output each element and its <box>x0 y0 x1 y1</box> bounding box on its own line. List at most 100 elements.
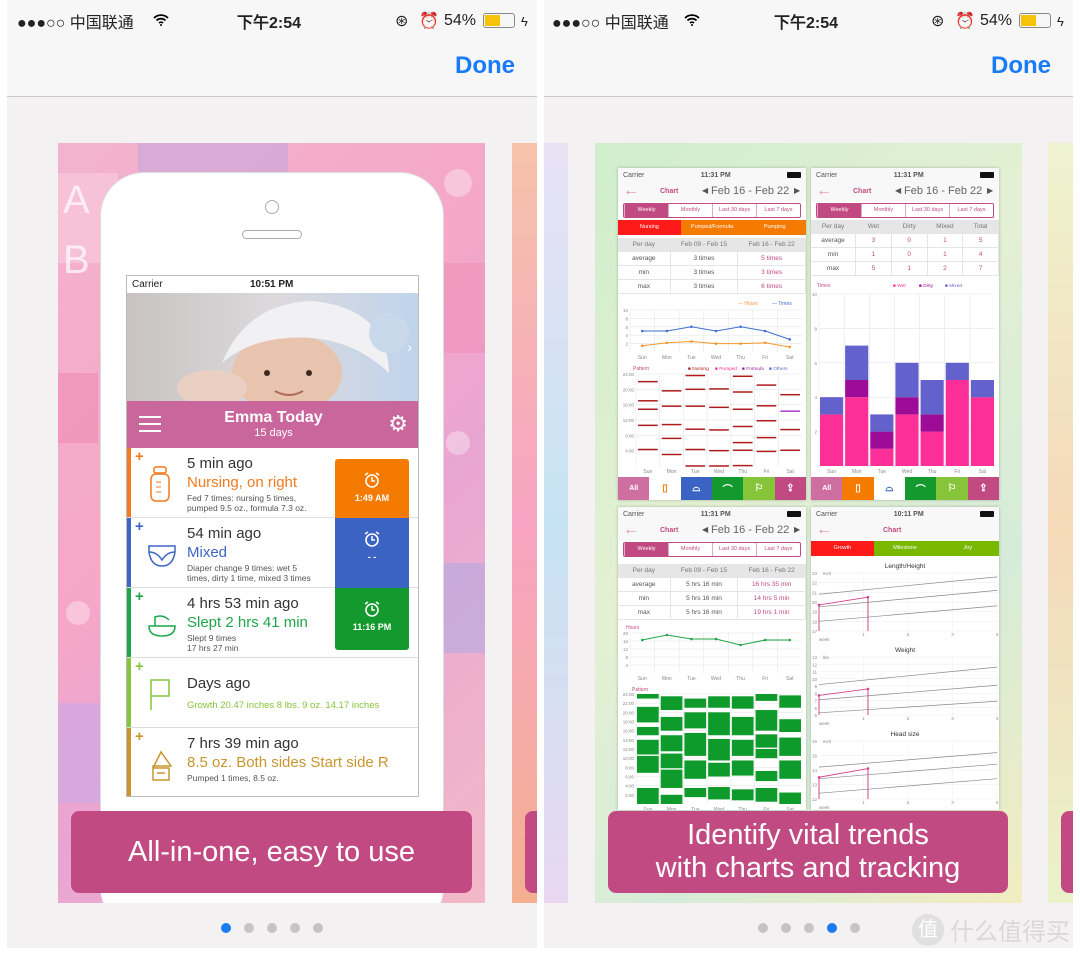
date-range: Feb 16 - Feb 22 <box>711 185 790 197</box>
page-dot[interactable] <box>758 923 768 933</box>
add-pumping-button[interactable]: + <box>135 728 144 745</box>
next-slide-peek[interactable] <box>512 143 537 903</box>
activity-row-feeding[interactable]: + 5 min ago Nursing, on right Fed 7 time… <box>127 448 418 518</box>
data-point <box>665 633 669 637</box>
mini-nav-bar: ← Chart ◀ Feb 16 - Feb 22 ▶ <box>618 182 806 202</box>
done-button[interactable]: Done <box>455 52 515 80</box>
segment-2[interactable]: Last 30 days <box>905 204 949 217</box>
next-range-button[interactable]: ▶ <box>794 186 800 195</box>
sleep-block <box>708 762 730 777</box>
page-dot[interactable] <box>290 923 300 933</box>
category-tab[interactable]: Pumping <box>743 220 806 235</box>
sleep-alarm-button[interactable]: 11:16 PM <box>335 588 409 650</box>
diaper-alarm-button[interactable]: - - <box>335 518 409 588</box>
next-range-button[interactable]: ▶ <box>794 525 800 534</box>
tab-share[interactable]: ⇪ <box>967 477 999 500</box>
page-dot[interactable] <box>850 923 860 933</box>
segment-1[interactable]: Monthly <box>668 204 712 217</box>
add-feeding-button[interactable]: + <box>135 448 144 465</box>
prev-range-button[interactable]: ◀ <box>702 186 708 195</box>
page-dot[interactable] <box>221 923 231 933</box>
clock-label: 下午2:54 <box>237 15 302 32</box>
list-icon[interactable] <box>139 416 161 432</box>
feeding-mark <box>685 428 706 430</box>
page-dot[interactable] <box>804 923 814 933</box>
data-point <box>640 344 644 347</box>
tab-all[interactable]: All <box>618 477 650 500</box>
tab-all[interactable]: All <box>811 477 843 500</box>
tab-sleep[interactable]: ⌒ <box>904 477 937 500</box>
back-arrow-icon[interactable]: ← <box>816 521 832 539</box>
tab-feeding[interactable]: ▯ <box>649 477 681 500</box>
status-bar: ●●●○○ 中国联通 下午2:54 ⊛ ⏰ 54% ϟ <box>7 0 537 42</box>
prev-range-button[interactable]: ◀ <box>895 186 901 195</box>
back-arrow-icon[interactable]: ← <box>623 182 639 200</box>
data-point <box>788 638 792 642</box>
table-cell: average <box>811 234 857 248</box>
next-slide-peek[interactable] <box>1048 143 1073 903</box>
x-tick-label: Sun <box>638 355 647 361</box>
segment-3[interactable]: Last 7 days <box>756 204 800 217</box>
bottom-tab-bar: All ▯ ⌓ ⌒ ⚐ ⇪ <box>811 477 999 500</box>
segment-2[interactable]: Last 30 days <box>712 204 756 217</box>
next-range-button[interactable]: ▶ <box>987 186 993 195</box>
category-tab[interactable]: Nursing <box>618 220 681 235</box>
y-tick-label: 4 <box>625 333 628 338</box>
back-arrow-icon[interactable]: ← <box>816 182 832 200</box>
detail-line-2: times, dirty 1 time, mixed 3 times <box>187 573 311 583</box>
category-tab[interactable]: Pumped/Formula <box>680 220 744 235</box>
feeding-alarm-button[interactable]: 1:49 AM <box>335 459 409 518</box>
page-dot[interactable] <box>313 923 323 933</box>
page-indicator[interactable] <box>758 923 860 933</box>
page-dot[interactable] <box>267 923 277 933</box>
y-tick-label: 20 <box>623 631 629 636</box>
tab-diaper[interactable]: ⌓ <box>873 477 905 500</box>
segment-3[interactable]: Last 7 days <box>756 543 800 556</box>
activity-row-sleep[interactable]: + 4 hrs 53 min ago Slept 2 hrs 41 min Sl… <box>127 588 418 658</box>
page-dot[interactable] <box>827 923 837 933</box>
alarm-icon: ⏰ <box>955 13 975 30</box>
done-button[interactable]: Done <box>991 52 1051 80</box>
segment-1[interactable]: Monthly <box>668 543 712 556</box>
gear-icon[interactable]: ⚙ <box>388 411 408 437</box>
prev-slide-peek[interactable] <box>544 143 568 903</box>
table-cell: min <box>811 248 857 262</box>
table-header-cell: Mixed <box>927 220 964 234</box>
activity-row-growth[interactable]: + Days ago Growth 20.47 inches 8 lbs. 9 … <box>127 658 418 728</box>
prev-range-button[interactable]: ◀ <box>702 525 708 534</box>
next-photo-chevron[interactable]: › <box>407 339 412 355</box>
y-tick-label: 9 <box>814 684 817 689</box>
category-tab[interactable]: Joy <box>936 541 999 556</box>
segment-2[interactable]: Last 30 days <box>712 543 756 556</box>
segment-0[interactable]: Weekly <box>624 543 668 556</box>
tab-share[interactable]: ⇪ <box>774 477 806 500</box>
segment-3[interactable]: Last 7 days <box>949 204 993 217</box>
activity-row-pumping[interactable]: + 7 hrs 39 min ago 8.5 oz. Both sides St… <box>127 728 418 796</box>
page-indicator[interactable] <box>221 923 323 933</box>
feeding-mark <box>685 405 706 407</box>
category-tab[interactable]: Milestone <box>873 541 937 556</box>
detail-line-1: Diaper change 9 times: wet 5 <box>187 563 298 573</box>
segment-0[interactable]: Weekly <box>817 204 861 217</box>
chart-screen-sleep: Carrier 11:31 PM ← Chart ◀ Feb 16 - Feb 22 ▶… <box>618 507 806 810</box>
category-tab[interactable]: Growth <box>811 541 874 556</box>
tab-feeding[interactable]: ▯ <box>842 477 874 500</box>
page-dot[interactable] <box>781 923 791 933</box>
add-growth-button[interactable]: + <box>135 658 144 675</box>
tab-diaper[interactable]: ⌓ <box>680 477 712 500</box>
segment-0[interactable]: Weekly <box>624 204 668 217</box>
feeding-mark <box>638 424 658 427</box>
tab-growth[interactable]: ⚐ <box>743 477 775 500</box>
page-dot[interactable] <box>244 923 254 933</box>
activity-row-diaper[interactable]: + 54 min ago Mixed Diaper change 9 times… <box>127 518 418 588</box>
stats-table: Per day Feb 09 - Feb 15 Feb 16 - Feb 22 ave… <box>618 238 806 294</box>
add-sleep-button[interactable]: + <box>135 588 144 605</box>
bar-segment-mixed <box>920 380 944 415</box>
time-ago: Days ago <box>187 675 251 692</box>
back-arrow-icon[interactable]: ← <box>623 521 639 539</box>
tab-growth[interactable]: ⚐ <box>936 477 968 500</box>
add-diaper-button[interactable]: + <box>135 518 144 535</box>
alarm-icon: ⏰ <box>419 13 439 30</box>
segment-1[interactable]: Monthly <box>861 204 905 217</box>
tab-sleep[interactable]: ⌒ <box>711 477 744 500</box>
